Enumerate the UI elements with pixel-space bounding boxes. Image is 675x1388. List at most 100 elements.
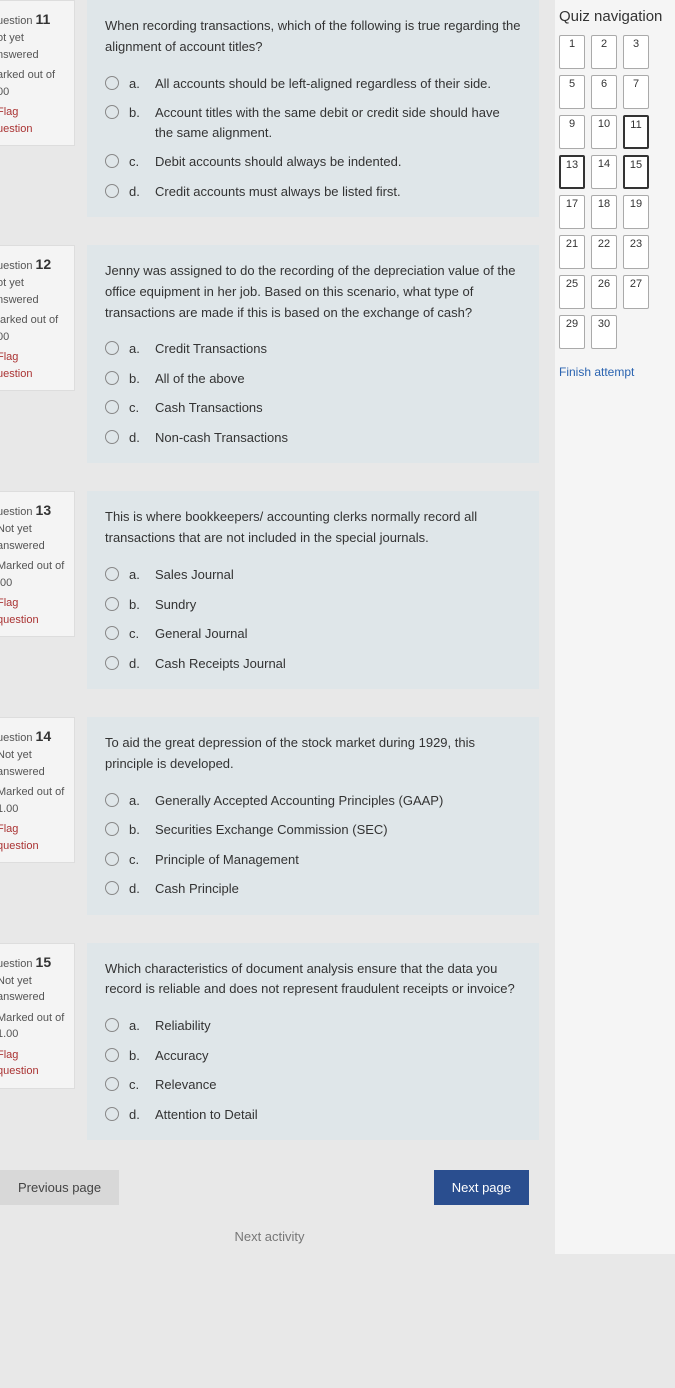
next-page-button[interactable]: Next page — [434, 1170, 529, 1205]
option-text: General Journal — [155, 624, 521, 644]
question-block: uestion 11ot yet nsweredarked out of 00F… — [0, 0, 539, 217]
nav-question-17[interactable]: 17 — [559, 195, 585, 229]
nav-question-1[interactable]: 1 — [559, 35, 585, 69]
flag-question-link[interactable]: Flag question — [0, 595, 68, 628]
radio-icon[interactable] — [105, 822, 119, 836]
nav-question-14[interactable]: 14 — [591, 155, 617, 189]
radio-icon[interactable] — [105, 1077, 119, 1091]
radio-icon[interactable] — [105, 626, 119, 640]
answer-option[interactable]: c.General Journal — [105, 624, 521, 644]
nav-question-3[interactable]: 3 — [623, 35, 649, 69]
answer-option[interactable]: a.Credit Transactions — [105, 339, 521, 359]
answer-option[interactable]: d.Credit accounts must always be listed … — [105, 182, 521, 202]
radio-icon[interactable] — [105, 597, 119, 611]
answer-option[interactable]: a.Sales Journal — [105, 565, 521, 585]
radio-icon[interactable] — [105, 656, 119, 670]
radio-icon[interactable] — [105, 852, 119, 866]
radio-icon[interactable] — [105, 154, 119, 168]
option-text: Account titles with the same debit or cr… — [155, 103, 521, 142]
nav-question-6[interactable]: 6 — [591, 75, 617, 109]
option-letter: d. — [129, 879, 145, 899]
option-text: Relevance — [155, 1075, 521, 1095]
question-info-box: uestion 14Not yet answeredMarked out of … — [0, 717, 75, 863]
option-letter: a. — [129, 74, 145, 94]
option-letter: d. — [129, 428, 145, 448]
radio-icon[interactable] — [105, 1048, 119, 1062]
answer-option[interactable]: d.Non-cash Transactions — [105, 428, 521, 448]
nav-question-9[interactable]: 9 — [559, 115, 585, 149]
nav-question-26[interactable]: 26 — [591, 275, 617, 309]
answer-option[interactable]: b. Sundry — [105, 595, 521, 615]
answer-option[interactable]: c.Relevance — [105, 1075, 521, 1095]
radio-icon[interactable] — [105, 184, 119, 198]
finish-attempt-link[interactable]: Finish attempt — [559, 365, 671, 379]
answer-option[interactable]: c.Debit accounts should always be indent… — [105, 152, 521, 172]
question-status: ot yet nswered — [0, 275, 68, 308]
radio-icon[interactable] — [105, 1018, 119, 1032]
option-text: Accuracy — [155, 1046, 521, 1066]
flag-question-link[interactable]: Flag uestion — [0, 349, 68, 382]
nav-question-30[interactable]: 30 — [591, 315, 617, 349]
quiz-navigation-panel: Quiz navigation 123567910111314151718192… — [555, 0, 675, 1254]
answer-option[interactable]: a.Reliability — [105, 1016, 521, 1036]
option-text: Credit accounts must always be listed fi… — [155, 182, 521, 202]
nav-question-21[interactable]: 21 — [559, 235, 585, 269]
option-letter: d. — [129, 654, 145, 674]
radio-icon[interactable] — [105, 371, 119, 385]
nav-question-11[interactable]: 11 — [623, 115, 649, 149]
radio-icon[interactable] — [105, 793, 119, 807]
nav-question-27[interactable]: 27 — [623, 275, 649, 309]
radio-icon[interactable] — [105, 76, 119, 90]
answer-option[interactable]: b.Securities Exchange Commission (SEC) — [105, 820, 521, 840]
answer-option[interactable]: c.Cash Transactions — [105, 398, 521, 418]
nav-question-22[interactable]: 22 — [591, 235, 617, 269]
answer-option[interactable]: b.Account titles with the same debit or … — [105, 103, 521, 142]
option-letter: b. — [129, 595, 145, 615]
radio-icon[interactable] — [105, 430, 119, 444]
option-text: Cash Receipts Journal — [155, 654, 521, 674]
answer-option[interactable]: b.Accuracy — [105, 1046, 521, 1066]
radio-icon[interactable] — [105, 400, 119, 414]
answer-option[interactable]: c.Principle of Management — [105, 850, 521, 870]
previous-page-button[interactable]: Previous page — [0, 1170, 119, 1205]
flag-question-link[interactable]: Flag question — [0, 821, 68, 854]
flag-question-link[interactable]: Flag uestion — [0, 104, 68, 137]
question-info-box: uestion 15Not yet answeredMarked out of … — [0, 943, 75, 1089]
question-text: To aid the great depression of the stock… — [105, 733, 521, 775]
nav-question-13[interactable]: 13 — [559, 155, 585, 189]
flag-question-link[interactable]: Flag question — [0, 1047, 68, 1080]
nav-question-23[interactable]: 23 — [623, 235, 649, 269]
answer-option[interactable]: d.Attention to Detail — [105, 1105, 521, 1125]
option-letter: a. — [129, 791, 145, 811]
nav-question-7[interactable]: 7 — [623, 75, 649, 109]
radio-icon[interactable] — [105, 567, 119, 581]
nav-question-25[interactable]: 25 — [559, 275, 585, 309]
question-status: Not yet answered — [0, 747, 68, 780]
nav-question-5[interactable]: 5 — [559, 75, 585, 109]
nav-question-15[interactable]: 15 — [623, 155, 649, 189]
question-marked: tarked out of 00 — [0, 312, 68, 345]
answer-option[interactable]: a. All accounts should be left-aligned re… — [105, 74, 521, 94]
radio-icon[interactable] — [105, 881, 119, 895]
question-number: uestion 15 — [0, 952, 68, 973]
radio-icon[interactable] — [105, 105, 119, 119]
question-block: uestion 14Not yet answeredMarked out of … — [0, 717, 539, 915]
answer-option[interactable]: a.Generally Accepted Accounting Principl… — [105, 791, 521, 811]
nav-question-10[interactable]: 10 — [591, 115, 617, 149]
question-info-box: uestion 11ot yet nsweredarked out of 00F… — [0, 0, 75, 146]
nav-question-2[interactable]: 2 — [591, 35, 617, 69]
option-letter: a. — [129, 1016, 145, 1036]
nav-question-18[interactable]: 18 — [591, 195, 617, 229]
option-letter: c. — [129, 152, 145, 172]
radio-icon[interactable] — [105, 1107, 119, 1121]
nav-question-19[interactable]: 19 — [623, 195, 649, 229]
radio-icon[interactable] — [105, 341, 119, 355]
answer-option[interactable]: b.All of the above — [105, 369, 521, 389]
nav-question-29[interactable]: 29 — [559, 315, 585, 349]
nav-title: Quiz navigation — [559, 8, 671, 25]
question-status: Not yet answered — [0, 973, 68, 1006]
option-text: All accounts should be left-aligned rega… — [155, 74, 521, 94]
option-text: Sundry — [155, 595, 521, 615]
answer-option[interactable]: d.Cash Principle — [105, 879, 521, 899]
answer-option[interactable]: d. Cash Receipts Journal — [105, 654, 521, 674]
